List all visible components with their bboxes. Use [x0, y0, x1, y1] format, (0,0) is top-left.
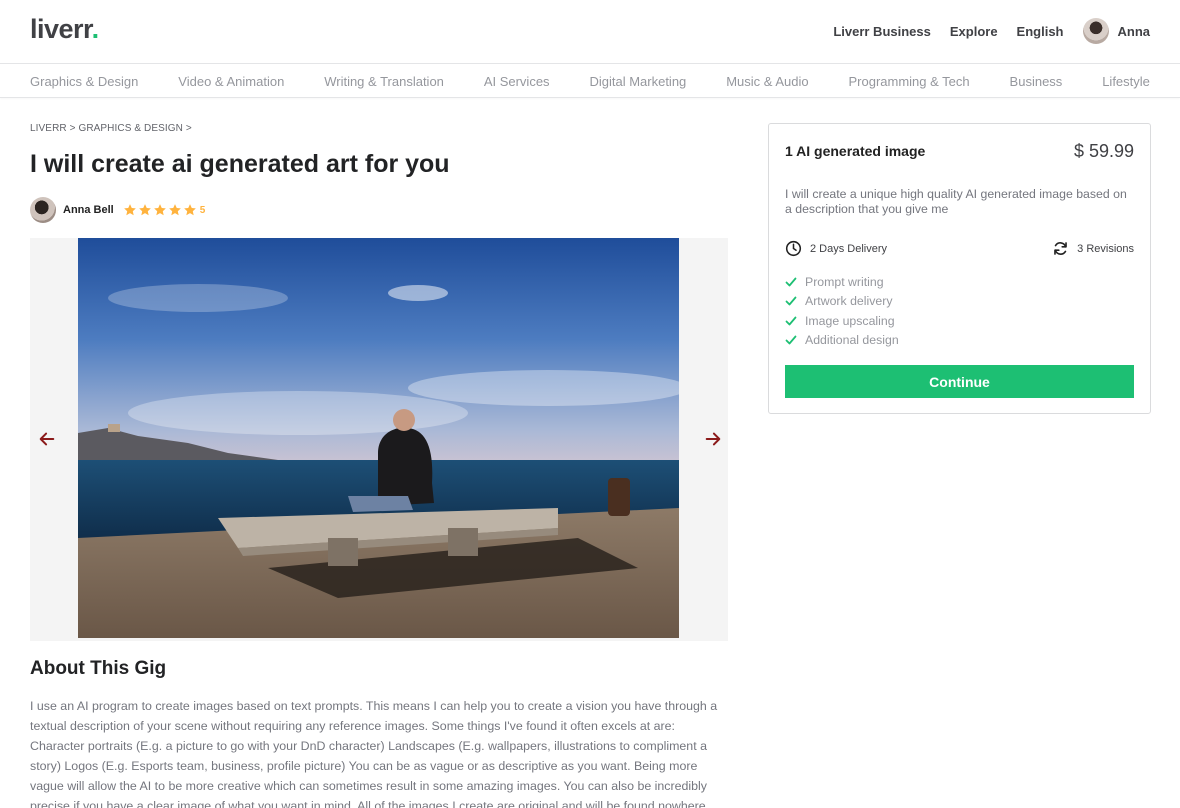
- top-header: liverr. Liverr Business Explore English …: [0, 0, 1180, 64]
- category-ai-services[interactable]: AI Services: [484, 74, 550, 89]
- check-icon: [785, 277, 797, 287]
- category-list: Graphics & Design Video & Animation Writ…: [30, 74, 1150, 89]
- feature-list: Prompt writing Artwork delivery Image up…: [785, 272, 899, 350]
- arrow-right-icon[interactable]: [704, 430, 722, 448]
- breadcrumb: LIVERR > GRAPHICS & DESIGN >: [30, 123, 192, 134]
- feature-label: Image upscaling: [805, 313, 895, 328]
- nav-explore[interactable]: Explore: [950, 24, 998, 39]
- category-writing-translation[interactable]: Writing & Translation: [324, 74, 444, 89]
- feature-label: Artwork delivery: [805, 294, 893, 309]
- category-bar: Graphics & Design Video & Animation Writ…: [0, 65, 1180, 98]
- category-music-audio[interactable]: Music & Audio: [726, 74, 808, 89]
- logo[interactable]: liverr.: [30, 14, 99, 45]
- feature-item: Artwork delivery: [785, 292, 899, 312]
- user-avatar: [1082, 18, 1109, 44]
- refresh-icon: [1054, 242, 1067, 255]
- star-icon: [183, 204, 196, 216]
- feature-label: Prompt writing: [805, 274, 884, 289]
- category-graphics-design[interactable]: Graphics & Design: [30, 74, 138, 89]
- rating-value: 5: [199, 204, 206, 216]
- package-description: I will create a unique high quality AI g…: [785, 187, 1127, 216]
- revisions-info: 3 Revisions: [1052, 240, 1134, 257]
- nav-liverr-business[interactable]: Liverr Business: [833, 24, 931, 39]
- category-business[interactable]: Business: [1010, 74, 1063, 89]
- package-price: $ 59.99: [1073, 141, 1134, 161]
- star-rating: [123, 203, 197, 217]
- star-icon: [138, 204, 151, 216]
- package-name: 1 AI generated image: [785, 143, 926, 159]
- category-programming-tech[interactable]: Programming & Tech: [848, 74, 969, 89]
- feature-item: Prompt writing: [785, 272, 899, 292]
- check-icon: [785, 335, 797, 345]
- revisions-text: 3 Revisions: [1077, 242, 1134, 255]
- package-meta: 2 Days Delivery 3 Revisions: [785, 240, 1134, 257]
- about-title: About This Gig: [30, 658, 167, 679]
- breadcrumb-item[interactable]: LIVERR: [30, 123, 67, 134]
- category-digital-marketing[interactable]: Digital Marketing: [589, 74, 686, 89]
- arrow-left-icon[interactable]: [38, 430, 56, 448]
- logo-dot: .: [91, 14, 100, 44]
- star-icon: [123, 204, 136, 216]
- star-icon: [153, 204, 166, 216]
- feature-item: Additional design: [785, 331, 899, 351]
- feature-item: Image upscaling: [785, 311, 899, 331]
- logo-text: liverr: [30, 14, 92, 44]
- check-icon: [785, 296, 797, 306]
- breadcrumb-item[interactable]: GRAPHICS & DESIGN: [78, 123, 183, 134]
- delivery-info: 2 Days Delivery: [785, 240, 887, 257]
- category-video-animation[interactable]: Video & Animation: [178, 74, 284, 89]
- seller-avatar[interactable]: [30, 197, 56, 223]
- gig-photo-illustration: [78, 238, 679, 638]
- gig-gallery: [30, 238, 728, 641]
- category-lifestyle[interactable]: Lifestyle: [1102, 74, 1150, 89]
- nav-language[interactable]: English: [1017, 24, 1064, 39]
- clock-icon: [785, 240, 802, 257]
- user-menu[interactable]: Anna: [1082, 18, 1151, 44]
- user-name: Anna: [1117, 23, 1151, 39]
- delivery-text: 2 Days Delivery: [810, 242, 888, 255]
- feature-label: Additional design: [805, 333, 899, 348]
- check-icon: [785, 316, 797, 326]
- seller-info: Anna Bell 5: [30, 197, 205, 223]
- gig-title: I will create ai generated art for you: [30, 150, 450, 178]
- continue-button[interactable]: Continue: [785, 365, 1134, 398]
- about-description: I use an AI program to create images bas…: [30, 699, 718, 808]
- gig-image[interactable]: [78, 238, 679, 638]
- seller-name[interactable]: Anna Bell: [63, 204, 114, 216]
- header-nav: Liverr Business Explore English Anna: [833, 18, 1150, 44]
- star-icon: [168, 204, 181, 216]
- package-card: 1 AI generated image $ 59.99 I will crea…: [768, 123, 1151, 414]
